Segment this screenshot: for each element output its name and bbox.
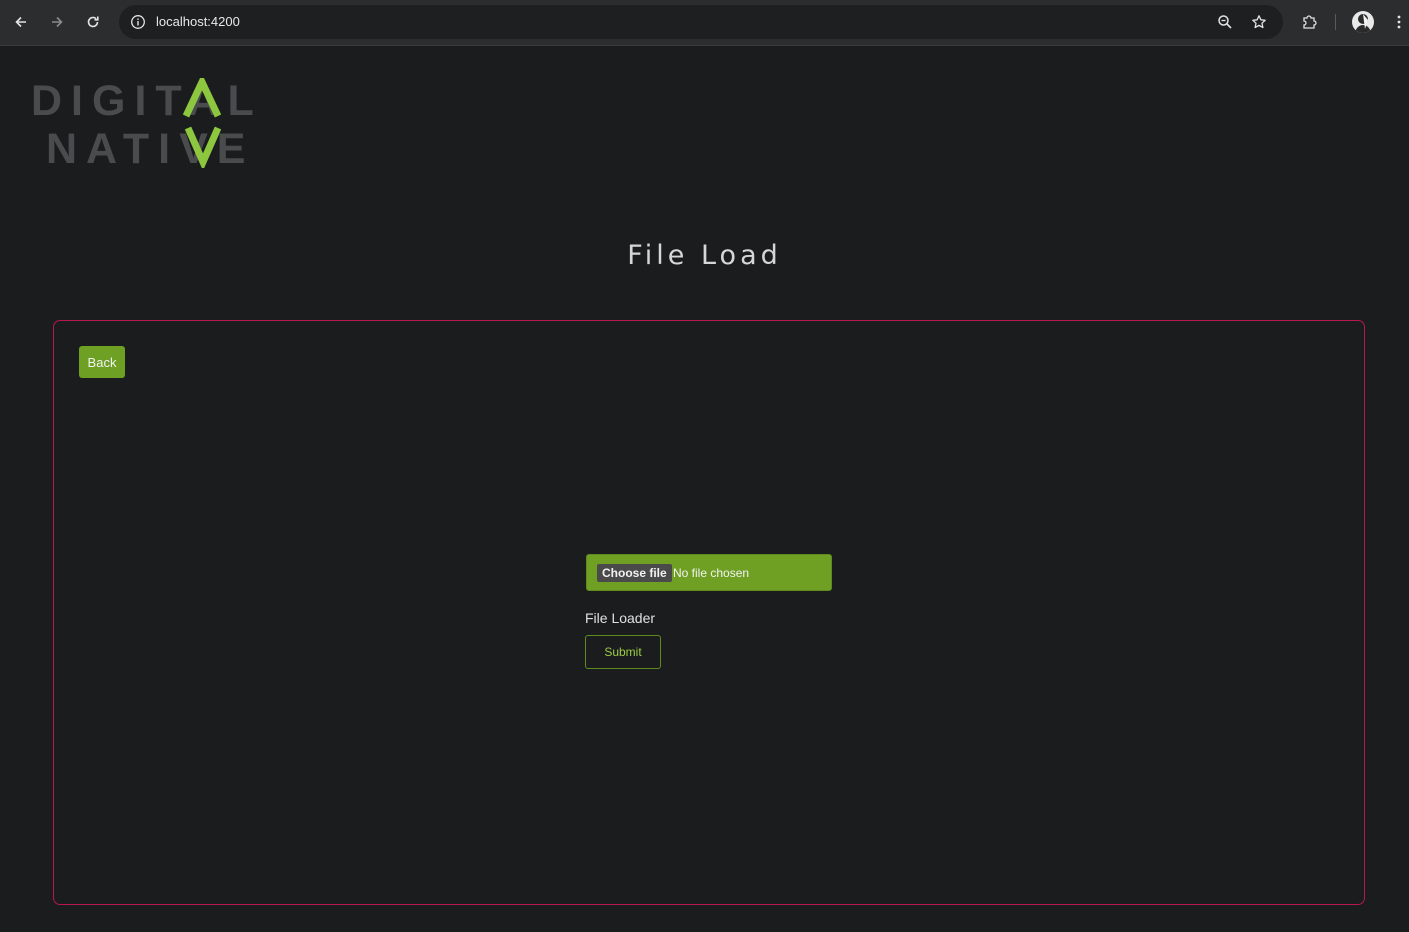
logo-line1: DIGITAL xyxy=(31,78,261,125)
forward-nav-button[interactable] xyxy=(45,10,69,34)
bookmark-button[interactable] xyxy=(1250,13,1268,31)
extensions-button[interactable] xyxy=(1298,11,1320,33)
back-nav-button[interactable] xyxy=(9,10,33,34)
profile-avatar[interactable] xyxy=(1352,11,1374,33)
file-input[interactable]: Choose file No file chosen xyxy=(586,554,832,591)
star-icon xyxy=(1252,15,1266,29)
file-load-panel: Back Choose file No file chosen File Loa… xyxy=(53,320,1365,905)
zoom-button[interactable] xyxy=(1216,13,1234,31)
browser-toolbar: localhost:4200 xyxy=(0,0,1409,46)
digital-native-logo: DIGITAL NATIVE xyxy=(31,73,261,173)
reload-icon xyxy=(87,16,99,28)
arrow-left-icon xyxy=(15,16,26,28)
logo-line2: NATIVE xyxy=(46,125,255,168)
info-icon[interactable] xyxy=(129,13,147,31)
url-text[interactable]: localhost:4200 xyxy=(156,14,240,29)
submit-button[interactable]: Submit xyxy=(585,635,661,669)
file-status-text: No file chosen xyxy=(673,566,750,580)
toolbar-divider xyxy=(1335,14,1336,30)
choose-file-button[interactable]: Choose file xyxy=(597,564,672,582)
reload-button[interactable] xyxy=(81,10,105,34)
browser-menu-button[interactable] xyxy=(1388,11,1409,33)
puzzle-icon xyxy=(1303,15,1317,29)
page-title: File Load xyxy=(627,240,782,271)
back-button[interactable]: Back xyxy=(79,346,125,378)
zoom-icon xyxy=(1218,15,1232,29)
arrow-right-icon xyxy=(52,16,63,28)
file-loader-label: File Loader xyxy=(585,610,656,626)
kebab-menu-icon xyxy=(1397,15,1401,29)
address-bar[interactable]: localhost:4200 xyxy=(119,5,1283,39)
